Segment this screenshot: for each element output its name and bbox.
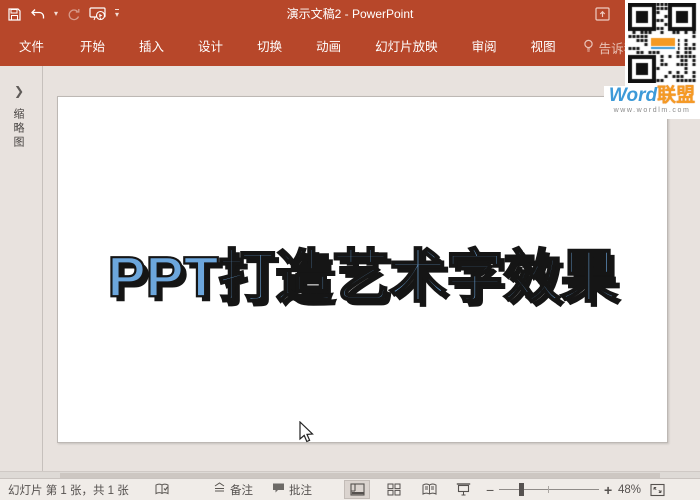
- tab-design[interactable]: 设计: [181, 28, 240, 66]
- horizontal-scrollbar[interactable]: [0, 471, 700, 478]
- zoom-out-button[interactable]: −: [486, 479, 494, 500]
- wordart-text[interactable]: PPT打造艺术字效果: [108, 231, 618, 313]
- reading-view-button[interactable]: [416, 480, 442, 499]
- notes-button[interactable]: 备注: [213, 479, 253, 500]
- tab-slideshow[interactable]: 幻灯片放映: [358, 28, 455, 66]
- zoom-slider-thumb[interactable]: [519, 483, 524, 496]
- ribbon-tab-bar: 文件 开始 插入 设计 切换 动画 幻灯片放映 审阅 视图 告诉我... 登录: [0, 28, 700, 66]
- notes-icon: [213, 482, 226, 497]
- tab-review[interactable]: 审阅: [455, 28, 514, 66]
- tab-insert[interactable]: 插入: [122, 28, 181, 66]
- logo-url: www.wordlm.com: [604, 106, 700, 116]
- zoom-level[interactable]: 48%: [618, 479, 641, 500]
- powerpoint-window: ▾ ▾ 演示文稿2 - PowerPoint 文件 开始 插入 设计 切换 动画…: [0, 0, 700, 500]
- thumbnail-pane-collapsed: ❯ 缩略图: [0, 66, 43, 471]
- tab-home[interactable]: 开始: [63, 28, 122, 66]
- zoom-slider-midpoint: [548, 486, 549, 493]
- qr-code-canvas: [628, 3, 697, 83]
- workspace: ❯ 缩略图 PPT打造艺术字效果: [0, 66, 700, 471]
- tab-view[interactable]: 视图: [514, 28, 573, 66]
- proofing-icon[interactable]: [155, 479, 170, 500]
- watermark-logo: Word联盟 www.wordlm.com: [604, 86, 700, 119]
- fit-slide-to-window-button[interactable]: [650, 479, 665, 500]
- lightbulb-icon: [583, 39, 594, 56]
- logo-cn-text: 联盟: [657, 85, 695, 106]
- expand-pane-chevron-icon[interactable]: ❯: [14, 84, 24, 98]
- tab-animations[interactable]: 动画: [299, 28, 358, 66]
- thumbnail-pane-label[interactable]: 缩略图: [10, 108, 26, 150]
- qr-code: [625, 0, 700, 86]
- notes-label: 备注: [230, 482, 253, 498]
- slide-sorter-view-button[interactable]: [381, 480, 407, 499]
- zoom-in-button[interactable]: +: [604, 479, 612, 500]
- zoom-slider-track[interactable]: [499, 489, 599, 490]
- tab-file[interactable]: 文件: [0, 28, 63, 66]
- tab-transitions[interactable]: 切换: [240, 28, 299, 66]
- title-bar: ▾ ▾ 演示文稿2 - PowerPoint: [0, 0, 700, 28]
- slideshow-view-button[interactable]: [450, 480, 476, 499]
- logo-latin-text: Word: [609, 85, 657, 106]
- ribbon-display-options-icon[interactable]: [595, 7, 610, 26]
- status-bar: 幻灯片 第 1 张，共 1 张 备注 批注 − + 48%: [0, 478, 700, 500]
- comments-label: 批注: [289, 482, 312, 498]
- slide-counter[interactable]: 幻灯片 第 1 张，共 1 张: [8, 479, 129, 500]
- normal-view-button[interactable]: [344, 480, 370, 499]
- comment-icon: [272, 482, 285, 497]
- slide-canvas[interactable]: PPT打造艺术字效果: [57, 96, 668, 443]
- comments-button[interactable]: 批注: [272, 479, 312, 500]
